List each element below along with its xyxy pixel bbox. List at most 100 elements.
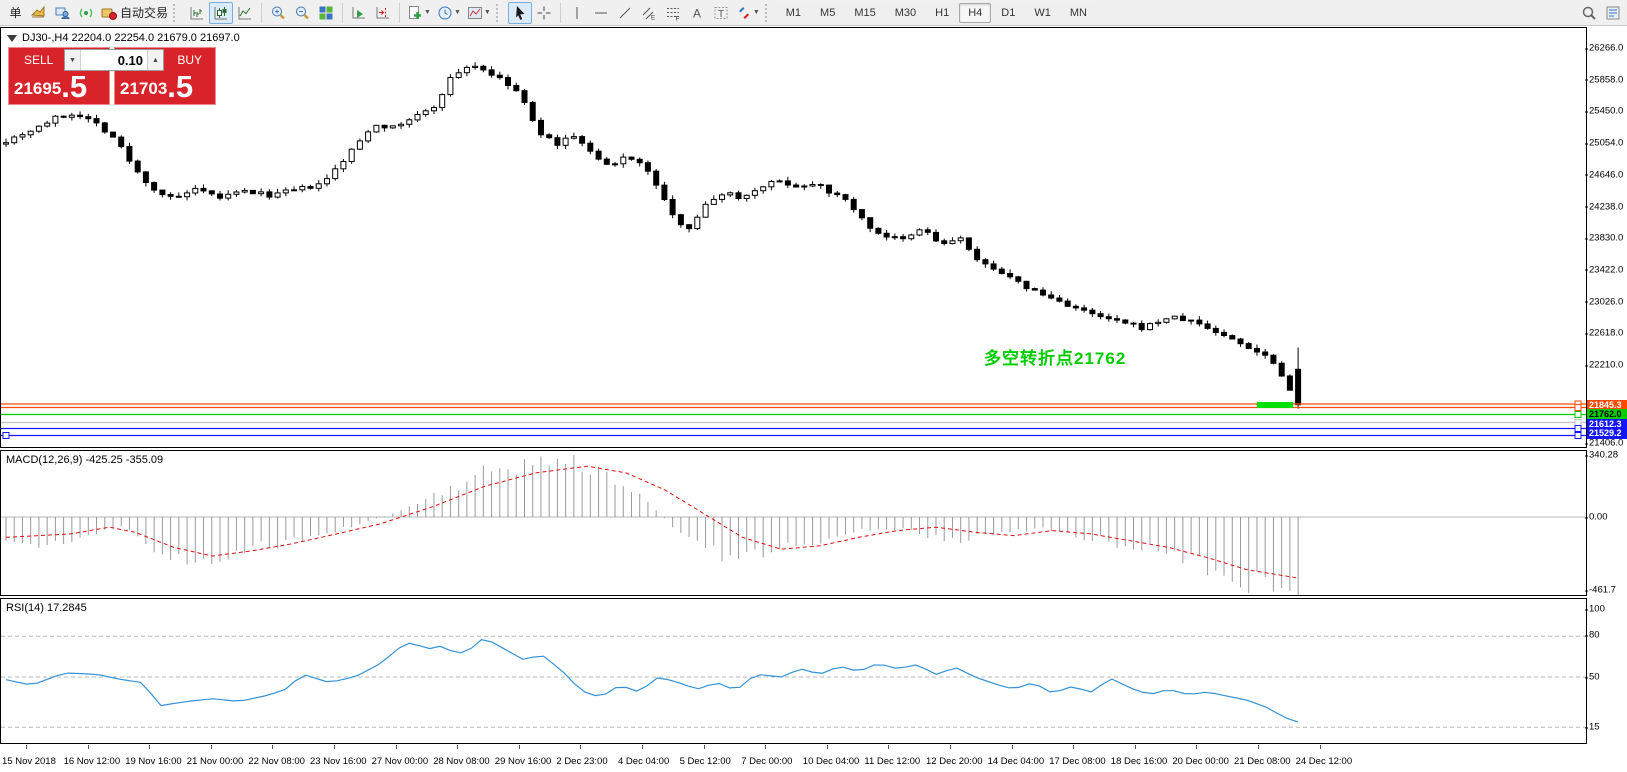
price-tick: 21406.0 [1589,438,1623,449]
price-tick: 23830.0 [1589,233,1623,244]
bar-chart-icon[interactable] [185,2,209,24]
market-watch-icon[interactable] [26,2,50,24]
horizontal-line-tool-icon[interactable] [589,2,613,24]
timeframe-m15[interactable]: M15 [845,3,884,23]
volume-control: ▼ ▲ [64,49,164,71]
timeframe-mn[interactable]: MN [1061,3,1096,23]
macd-axis-tick: 0.00 [1589,512,1608,523]
sell-button[interactable]: SELL [18,52,59,68]
trendline-tool-icon[interactable] [613,2,637,24]
rsi-panel[interactable]: RSI(14) 17.2845 [0,598,1587,744]
chart-workspace: DJ30-,H4 22204.0 22254.0 21679.0 21697.0… [0,26,1627,772]
line-chart-icon[interactable] [233,2,257,24]
time-tick: 17 Dec 08:00 [1049,756,1106,767]
chart-shift-icon[interactable] [371,2,395,24]
time-tick: 23 Nov 16:00 [310,756,367,767]
timeframe-m1[interactable]: M1 [777,3,810,23]
sell-price[interactable]: 21695.5 [14,71,87,102]
autotrade-button[interactable]: 自动交易 [98,2,171,24]
autotrade-label: 自动交易 [120,4,168,21]
timeframe-h1[interactable]: H1 [926,3,958,23]
toolbar-separator [342,3,343,23]
toolbar: 单 自动交易 ▼ ▼ ▼ E F A T ▼ M1M [0,0,1627,26]
search-icon[interactable] [1577,2,1601,24]
auto-scroll-icon[interactable] [347,2,371,24]
fibonacci-tool-icon[interactable]: F [661,2,685,24]
autotrade-icon [101,5,117,21]
new-order-button[interactable]: 单 [2,2,26,24]
one-click-trading-panel: SELL BUY ▼ ▲ 21695.5 21703.5 [8,47,218,107]
buy-button[interactable]: BUY [171,52,208,68]
time-tick: 22 Nov 08:00 [248,756,305,767]
toolbar-grip [765,4,773,22]
toolbar-separator [261,3,262,23]
symbol-ohlc-title: DJ30-,H4 22204.0 22254.0 21679.0 21697.0 [22,32,240,44]
one-click-collapse-icon[interactable] [7,35,17,42]
chart-list-icon[interactable] [1601,2,1625,24]
vertical-line-tool-icon[interactable] [565,2,589,24]
zoom-out-icon[interactable] [290,2,314,24]
candlestick-chart-icon[interactable] [209,2,233,24]
dropdown-caret-icon: ▼ [753,9,760,16]
new-order-label: 单 [9,4,21,21]
timeframe-m5[interactable]: M5 [811,3,844,23]
tile-windows-icon[interactable] [314,2,338,24]
chart-annotation: 多空转折点21762 [984,344,1126,369]
timeframe-d1[interactable]: D1 [992,3,1024,23]
sell-price-main: 21695 [14,76,61,102]
fibo-glyph: F [675,16,679,21]
price-tick: 23026.0 [1589,296,1623,307]
candlestick-chart[interactable] [1,28,1586,447]
equidistant-channel-tool-icon[interactable]: E [637,2,661,24]
timeframe-h4[interactable]: H4 [959,3,991,23]
time-tick: 29 Nov 16:00 [495,756,552,767]
text-label-tool-icon[interactable]: T [709,2,733,24]
volume-input[interactable] [81,50,147,70]
volume-increase-button[interactable]: ▲ [147,50,163,70]
zoom-in-icon[interactable] [266,2,290,24]
toolbar-grip [496,4,504,22]
macd-axis-tick: 340.28 [1589,450,1618,461]
time-axis[interactable]: 15 Nov 201816 Nov 12:0019 Nov 16:0021 No… [0,744,1627,772]
timeframe-m30[interactable]: M30 [886,3,925,23]
rsi-label: RSI(14) 17.2845 [6,602,87,614]
buy-price[interactable]: 21703.5 [120,71,193,102]
cursor-icon[interactable] [508,2,532,24]
data-window-icon[interactable] [50,2,74,24]
price-tick: 25054.0 [1589,138,1623,149]
time-tick: 7 Dec 00:00 [741,756,792,767]
rsi-axis-tick: 80 [1589,630,1600,641]
template-button[interactable]: ▼ [464,2,494,24]
text-tool-icon[interactable]: A [685,2,709,24]
price-axis[interactable]: 26266.025858.025450.025054.024646.024238… [1589,26,1627,772]
price-chart-panel[interactable]: DJ30-,H4 22204.0 22254.0 21679.0 21697.0… [0,27,1587,448]
price-line-label: 21529.2 [1587,428,1627,439]
time-tick: 15 Nov 2018 [2,756,56,767]
toolbar-separator [399,3,400,23]
macd-label: MACD(12,26,9) -425.25 -355.09 [6,454,163,466]
rsi-axis-tick: 50 [1589,672,1600,683]
price-tick: 25858.0 [1589,74,1623,85]
text-glyph: A [693,6,701,20]
crosshair-icon[interactable] [532,2,556,24]
price-tick: 24238.0 [1589,201,1623,212]
time-tick: 18 Dec 16:00 [1111,756,1168,767]
rsi-chart[interactable] [1,599,1586,743]
timeframe-bar: M1M5M15M30H1H4D1W1MN [777,3,1096,23]
time-tick: 2 Dec 23:00 [556,756,607,767]
volume-decrease-button[interactable]: ▼ [65,50,81,70]
signal-icon[interactable] [74,2,98,24]
time-tick: 24 Dec 12:00 [1296,756,1353,767]
period-button[interactable]: ▼ [434,2,464,24]
timeframe-w1[interactable]: W1 [1025,3,1060,23]
time-tick: 27 Nov 00:00 [372,756,429,767]
macd-panel[interactable]: MACD(12,26,9) -425.25 -355.09 [0,450,1587,596]
sell-price-pip: .5 [61,71,87,102]
new-chart-button[interactable]: ▼ [404,2,434,24]
rsi-axis-tick: 15 [1589,722,1600,733]
time-tick: 21 Nov 00:00 [187,756,244,767]
macd-chart[interactable] [1,451,1586,595]
chart-title: DJ30-,H4 22204.0 22254.0 21679.0 21697.0 [7,32,240,44]
time-tick: 16 Nov 12:00 [64,756,121,767]
arrows-tool-button[interactable]: ▼ [733,2,763,24]
